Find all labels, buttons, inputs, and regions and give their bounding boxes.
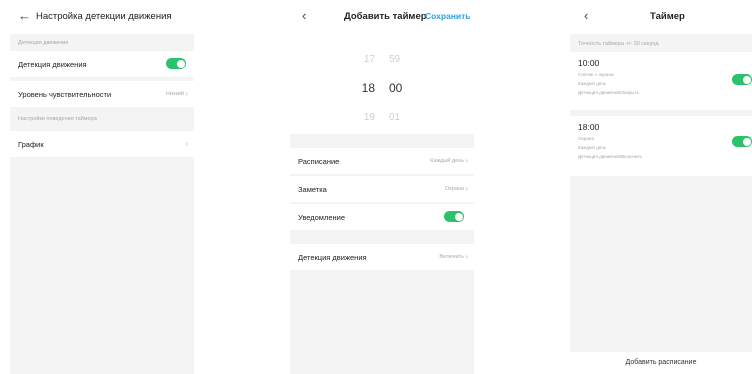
sensitivity-label: Уровень чувствительности bbox=[18, 90, 112, 99]
timer-action: Охрана bbox=[578, 136, 595, 141]
add-schedule-button[interactable]: Добавить расписание bbox=[570, 352, 752, 374]
section-label-motion: Детекция движения bbox=[18, 40, 69, 46]
timer-list-screen: ‹ Таймер Точность таймера +/- 30 секунд … bbox=[570, 0, 752, 374]
nav-bar: ‹ Таймер bbox=[570, 0, 752, 34]
chevron-right-icon: › bbox=[465, 252, 468, 261]
time-option-next[interactable]: 19 01 bbox=[290, 112, 474, 123]
motion-detection-value: Включить bbox=[439, 254, 464, 260]
page-title: Таймер bbox=[650, 11, 685, 22]
time-picker[interactable]: 17 59 18 00 19 01 bbox=[290, 34, 474, 134]
timer-repeat: Каждый день bbox=[578, 81, 607, 86]
motion-detection-label: Детекция движения bbox=[18, 60, 87, 69]
schedule-row[interactable]: График › bbox=[10, 131, 194, 157]
sensitivity-row[interactable]: Уровень чувствительности Низкий › bbox=[10, 81, 194, 107]
time-option-previous[interactable]: 17 59 bbox=[290, 54, 474, 65]
repeat-label: Расписание bbox=[298, 157, 340, 166]
timer-detail: Детекция движения/Включить bbox=[578, 154, 642, 159]
notification-label: Уведомление bbox=[298, 213, 346, 222]
motion-detection-label: Детекция движения bbox=[298, 253, 367, 262]
notification-row: Уведомление bbox=[290, 204, 474, 230]
timer-time: 18:00 bbox=[578, 122, 600, 132]
note-label: Заметка bbox=[298, 185, 327, 194]
chevron-right-icon: › bbox=[465, 156, 468, 165]
sensitivity-value: Низкий bbox=[165, 91, 184, 97]
save-button[interactable]: Сохранить bbox=[425, 11, 471, 22]
section-label-timer: Настройки поведения таймера bbox=[18, 116, 97, 122]
timer-detail: Детекция движения/Закрыть bbox=[578, 90, 639, 95]
add-timer-screen: ‹ Добавить таймер Сохранить 17 59 18 00 19… bbox=[290, 0, 474, 374]
page-title: Настройка детекции движения bbox=[36, 11, 172, 22]
timer-toggle[interactable] bbox=[732, 74, 752, 85]
timer-item[interactable]: 10:00 Снятие с охраны Каждый день Детекц… bbox=[570, 52, 752, 110]
timer-action: Снятие с охраны bbox=[578, 72, 615, 77]
motion-detection-settings-screen: ← Настройка детекции движения Детекция д… bbox=[10, 0, 194, 374]
chevron-right-icon: › bbox=[465, 184, 468, 193]
schedule-label: График bbox=[18, 140, 44, 149]
nav-bar: ← Настройка детекции движения bbox=[10, 0, 194, 34]
note-value: Охрана bbox=[444, 186, 464, 192]
arrow-left-icon[interactable]: ← bbox=[18, 9, 31, 23]
chevron-left-icon[interactable]: ‹ bbox=[302, 9, 306, 23]
timer-accuracy-note: Точность таймера +/- 30 секунд bbox=[578, 41, 659, 47]
time-option-selected[interactable]: 18 00 bbox=[290, 81, 474, 95]
chevron-right-icon: › bbox=[185, 89, 188, 98]
motion-detection-row[interactable]: Детекция движения Включить › bbox=[290, 244, 474, 270]
chevron-left-icon[interactable]: ‹ bbox=[584, 9, 588, 23]
repeat-value: Каждый день bbox=[430, 158, 464, 164]
notification-toggle[interactable] bbox=[444, 211, 464, 222]
repeat-row[interactable]: Расписание Каждый день › bbox=[290, 148, 474, 174]
motion-detection-row[interactable]: Детекция движения bbox=[10, 51, 194, 77]
motion-detection-toggle[interactable] bbox=[166, 58, 186, 69]
page-title: Добавить таймер bbox=[344, 11, 427, 22]
timer-repeat: Каждый день bbox=[578, 145, 607, 150]
timer-time: 10:00 bbox=[578, 58, 600, 68]
note-row[interactable]: Заметка Охрана › bbox=[290, 176, 474, 202]
timer-toggle[interactable] bbox=[732, 136, 752, 147]
chevron-right-icon: › bbox=[185, 139, 188, 148]
nav-bar: ‹ Добавить таймер Сохранить bbox=[290, 0, 474, 34]
timer-item[interactable]: 18:00 Охрана Каждый день Детекция движен… bbox=[570, 116, 752, 176]
